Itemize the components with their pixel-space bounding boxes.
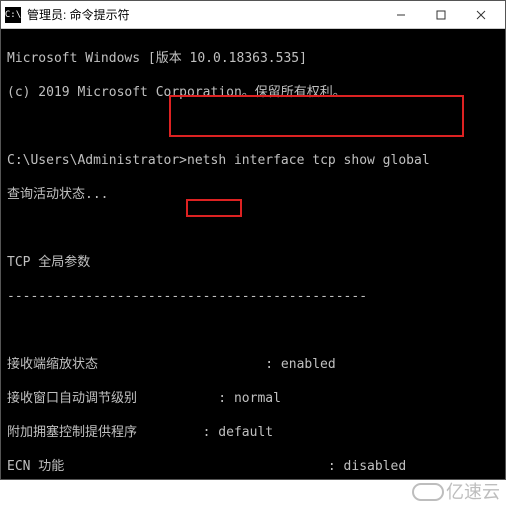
watermark-text: 亿速云	[446, 478, 500, 504]
param-row: 接收端缩放状态 : enabled	[7, 356, 499, 373]
param-value: normal	[226, 390, 281, 407]
blank-line	[7, 322, 499, 339]
prompt-line: C:\Users\Administrator>netsh interface t…	[7, 152, 499, 169]
param-label: 附加拥塞控制提供程序	[7, 424, 187, 441]
section-rule: ----------------------------------------…	[7, 288, 499, 305]
param-label: 接收端缩放状态	[7, 356, 187, 373]
cloud-icon	[412, 481, 442, 501]
blank-line	[7, 118, 499, 135]
param-row: ECN 功能 : disabled	[7, 458, 499, 475]
maximize-button[interactable]	[421, 2, 461, 28]
window-controls	[381, 2, 501, 28]
param-label: ECN 功能	[7, 458, 187, 475]
copyright-line: (c) 2019 Microsoft Corporation。保留所有权利。	[7, 84, 499, 101]
minimize-button[interactable]	[381, 2, 421, 28]
cmd-window: C:\ 管理员: 命令提示符 Microsoft Windows [版本 10.…	[0, 0, 506, 480]
banner-line: Microsoft Windows [版本 10.0.18363.535]	[7, 50, 499, 67]
window-title: 管理员: 命令提示符	[27, 6, 381, 23]
param-row: 接收窗口自动调节级别 : normal	[7, 390, 499, 407]
section-title: TCP 全局参数	[7, 254, 499, 271]
blank-line	[7, 220, 499, 237]
cmd-icon: C:\	[5, 7, 21, 23]
param-row: 附加拥塞控制提供程序 : default	[7, 424, 499, 441]
prompt-path: C:\Users\Administrator>	[7, 153, 187, 168]
param-value: disabled	[336, 458, 406, 475]
terminal-output[interactable]: Microsoft Windows [版本 10.0.18363.535] (c…	[1, 29, 505, 479]
watermark: 亿速云	[412, 478, 500, 504]
titlebar[interactable]: C:\ 管理员: 命令提示符	[1, 1, 505, 29]
param-label: 接收窗口自动调节级别	[7, 390, 187, 407]
param-value: enabled	[273, 356, 336, 373]
querying-line: 查询活动状态...	[7, 186, 499, 203]
entered-command: netsh interface tcp show global	[187, 153, 430, 168]
param-value: default	[210, 424, 273, 441]
close-button[interactable]	[461, 2, 501, 28]
